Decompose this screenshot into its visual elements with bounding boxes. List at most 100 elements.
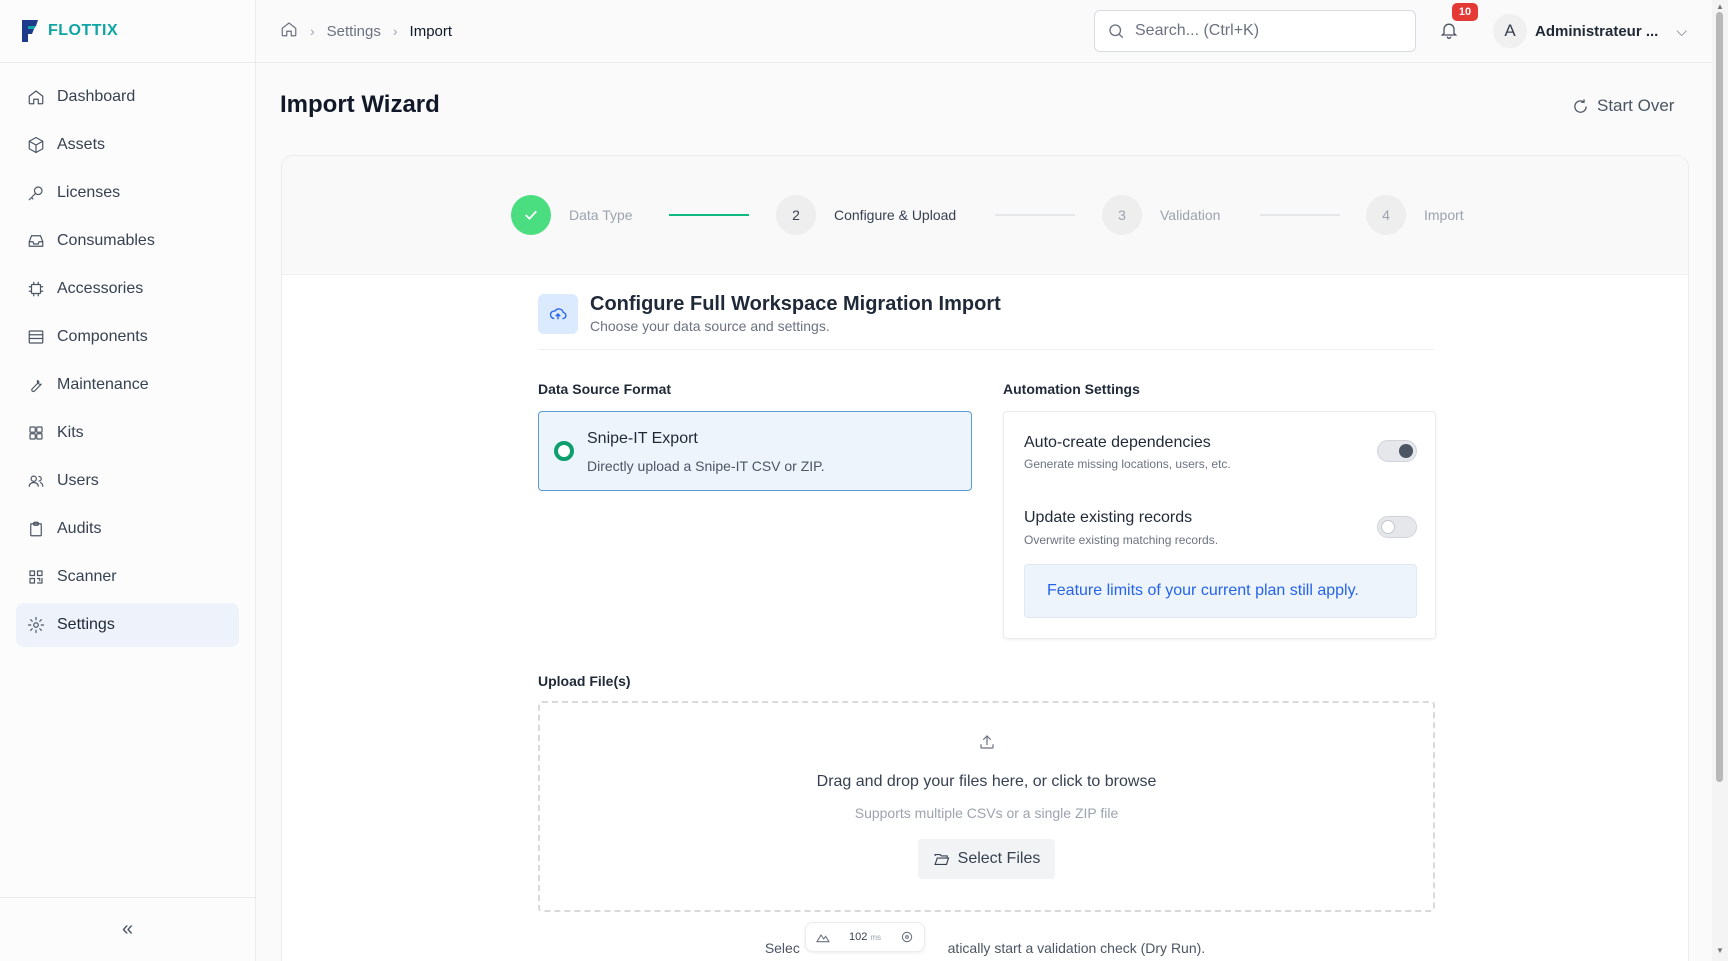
sidebar-item-label: Users [57,472,99,489]
start-over-button[interactable]: Start Over [1572,96,1674,116]
step-label: Import [1424,207,1464,223]
inbox-icon [28,235,44,247]
setting-title: Auto-create dependencies [1024,434,1211,451]
user-name: Administrateur ... [1535,22,1659,40]
user-menu[interactable]: A Administrateur ... ⌵ [1493,14,1687,48]
sidebar-item-scanner[interactable]: Scanner [16,555,239,599]
step-number: 4 [1366,195,1406,235]
sidebar-item-dashboard[interactable]: Dashboard [16,75,239,119]
sidebar-item-label: Kits [57,424,84,441]
source-option-snipe-it[interactable]: Snipe-IT Export Directly upload a Snipe-… [538,411,972,491]
bell-icon [1440,23,1458,39]
source-option-title: Snipe-IT Export [587,430,698,447]
select-files-label: Select Files [957,850,1041,867]
source-option-description: Directly upload a Snipe-IT CSV or ZIP. [587,458,825,474]
update-existing-records-toggle[interactable] [1377,516,1417,538]
cloud-upload-icon [538,294,578,334]
chevron-down-icon: ⌵ [1676,22,1687,39]
page-scrollbar[interactable]: ▲ ▼ [1712,0,1728,961]
scroll-down-icon[interactable]: ▼ [1716,946,1724,955]
chevron-right-icon: › [310,23,315,39]
sidebar-item-label: Settings [57,616,115,633]
setting-title: Update existing records [1024,509,1193,526]
scroll-up-icon[interactable]: ▲ [1716,2,1724,11]
breadcrumb-settings[interactable]: Settings [327,23,381,40]
sidebar-item-consumables[interactable]: Consumables [16,219,239,263]
sidebar-item-maintenance[interactable]: Maintenance [16,363,239,407]
brand[interactable]: FLOTTIX [0,0,255,63]
home-icon [28,90,44,105]
sidebar-item-accessories[interactable]: Accessories [16,267,239,311]
auto-create-dependencies-toggle[interactable] [1377,440,1417,462]
config-header: Configure Full Workspace Migration Impor… [538,293,1434,350]
sidebar-item-label: Licenses [57,184,121,201]
notifications-button[interactable] [1439,20,1459,45]
plan-limit-notice: Feature limits of your current plan stil… [1024,564,1417,618]
grid-icon [29,426,43,440]
upload-files-label: Upload File(s) [538,673,631,689]
key-icon [28,186,43,201]
step-configure-upload[interactable]: 2 Configure & Upload [776,195,956,235]
step-label: Validation [1160,207,1221,223]
gear-icon [27,616,45,634]
perf-value: 102 [848,931,868,943]
sidebar-item-audits[interactable]: Audits [16,507,239,551]
qr-icon [29,570,43,584]
sidebar-item-assets[interactable]: Assets [16,123,239,167]
sidebar-item-label: Consumables [57,232,155,249]
step-data-type[interactable]: Data Type [511,195,633,235]
sidebar-item-label: Assets [57,136,106,153]
search-icon [1109,24,1124,39]
select-files-button[interactable]: Select Files [918,839,1055,879]
sidebar-item-label: Components [57,328,148,345]
step-complete-badge [511,195,551,235]
performance-widget[interactable]: 102 ms [805,922,925,952]
refresh-icon [1574,98,1587,113]
sidebar-footer: « [0,897,255,961]
sidebar-item-label: Audits [57,520,102,537]
sidebar-item-label: Scanner [57,568,117,585]
upload-footnote: Selec atically start a validation check … [282,940,1688,956]
config-title: Configure Full Workspace Migration Impor… [590,293,1001,315]
brand-name: FLOTTIX [48,22,119,39]
chip-icon [28,281,44,297]
sidebar-item-settings[interactable]: Settings [16,603,239,647]
sidebar-item-kits[interactable]: Kits [16,411,239,455]
step-validation[interactable]: 3 Validation [1102,195,1220,235]
sidebar-item-label: Maintenance [57,376,149,393]
automation-settings-panel: Auto-create dependencies Generate missin… [1003,411,1436,639]
sidebar-item-components[interactable]: Components [16,315,239,359]
dropzone-subtitle: Supports multiple CSVs or a single ZIP f… [854,805,1119,821]
step-connector [995,214,1075,216]
cube-icon [28,136,44,154]
collapse-sidebar-button[interactable]: « [122,918,133,941]
home-icon[interactable] [280,20,298,42]
setting-description: Generate missing locations, users, etc. [1024,457,1231,471]
sidebar-item-licenses[interactable]: Licenses [16,171,239,215]
scrollbar-thumb[interactable] [1716,12,1723,782]
file-dropzone[interactable]: Drag and drop your files here, or click … [538,701,1435,912]
chevron-right-icon: › [392,23,398,39]
search-input[interactable] [1135,22,1385,40]
avatar: A [1493,14,1527,48]
sidebar-item-users[interactable]: Users [16,459,239,503]
sidebar: FLOTTIX Dashboard Assets Licenses Consum… [0,0,256,961]
setting-description: Overwrite existing matching records. [1024,533,1219,547]
config-subtitle: Choose your data source and settings. [590,318,830,334]
search-box[interactable] [1094,10,1416,52]
stepper: Data Type 2 Configure & Upload 3 Validat… [282,156,1688,275]
flottix-logo-icon [22,20,38,42]
upload-icon [978,733,996,756]
step-connector [669,214,749,216]
page-title: Import Wizard [280,91,440,118]
step-connector [1260,214,1340,216]
perf-value-group: 102 ms [849,931,881,943]
step-import[interactable]: 4 Import [1366,195,1464,235]
users-icon [28,475,44,487]
topbar: › Settings › Import 10 A Administrateur … [256,0,1712,63]
sidebar-item-label: Accessories [57,280,144,297]
radio-selected[interactable] [554,441,574,461]
step-number: 2 [776,195,816,235]
clipboard-icon [30,521,42,537]
step-label: Configure & Upload [834,207,957,223]
